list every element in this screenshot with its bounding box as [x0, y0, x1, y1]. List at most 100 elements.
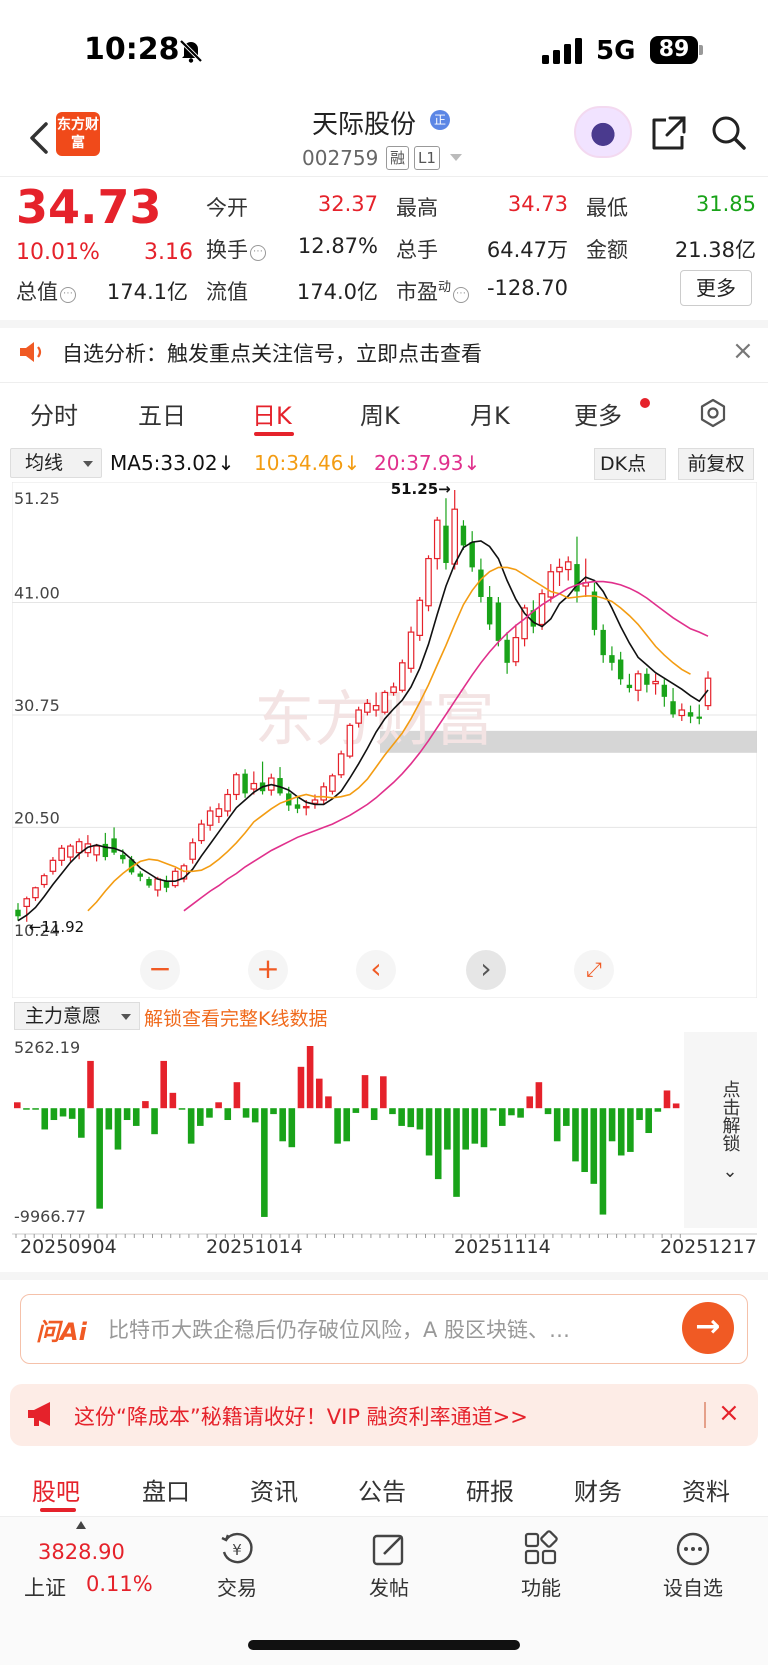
- ma-selector[interactable]: 均线: [10, 448, 102, 478]
- functions-icon[interactable]: [522, 1530, 560, 1568]
- dock-trade-label[interactable]: 交易: [192, 1572, 282, 1601]
- tab-weekly-k[interactable]: 周K: [360, 396, 400, 431]
- dock-functions-label[interactable]: 功能: [496, 1572, 586, 1601]
- candle-body: [425, 557, 432, 607]
- zoom-out-button[interactable]: −: [140, 950, 180, 990]
- dk-point-button[interactable]: DK点: [594, 448, 666, 480]
- force-bar: [78, 1108, 85, 1138]
- ai-prompt-text[interactable]: 比特币大跌企稳后仍存破位风险，A 股区块链、…: [108, 1314, 570, 1344]
- force-bar: [68, 1108, 76, 1119]
- share-icon[interactable]: [650, 114, 688, 152]
- ai-assistant-avatar[interactable]: [574, 106, 632, 158]
- zoom-in-button[interactable]: +: [248, 950, 288, 990]
- section-divider: [0, 320, 768, 328]
- add-watchlist-icon[interactable]: [674, 1530, 712, 1568]
- stock-name[interactable]: 天际股份: [312, 104, 416, 141]
- candle-body: [416, 599, 424, 636]
- force-bar: [270, 1108, 277, 1115]
- close-icon[interactable]: ×: [732, 336, 754, 366]
- divider: [704, 1402, 706, 1428]
- vip-banner-text[interactable]: 这份“降成本”秘籍请收好！VIP 融资利率通道>>: [74, 1401, 528, 1431]
- candle-body: [137, 873, 143, 877]
- pe-label[interactable]: 市盈动 ⋯: [396, 276, 470, 306]
- divider: [0, 176, 768, 177]
- arrow-right-icon[interactable]: →: [682, 1302, 734, 1354]
- force-bar: [114, 1108, 122, 1150]
- tab-guba[interactable]: 股吧: [32, 1472, 80, 1507]
- float-cap-value: 174.0亿: [296, 280, 378, 304]
- tab-monthly-k[interactable]: 月K: [470, 396, 510, 431]
- force-bar: [663, 1090, 671, 1109]
- index-change[interactable]: 0.11%: [86, 1572, 153, 1596]
- info-icon[interactable]: ⋯: [60, 287, 76, 303]
- force-bar: [279, 1108, 286, 1142]
- candle-body: [617, 659, 624, 680]
- candle-body: [652, 680, 659, 685]
- tab-financials[interactable]: 财务: [574, 1472, 622, 1507]
- click-unlock-button[interactable]: 点击解锁 ⌄: [710, 1080, 750, 1184]
- info-icon[interactable]: ⋯: [453, 287, 470, 303]
- force-bar: [169, 1092, 177, 1109]
- tab-order-book[interactable]: 盘口: [142, 1472, 190, 1507]
- tab-profile[interactable]: 资料: [682, 1472, 730, 1507]
- force-bar: [361, 1075, 369, 1109]
- trade-icon[interactable]: ¥: [218, 1530, 256, 1568]
- open-value: 32.37: [317, 192, 378, 216]
- chevron-down-icon[interactable]: [450, 154, 462, 161]
- float-cap-label: 流值: [206, 280, 248, 304]
- force-bar: [132, 1108, 140, 1126]
- force-bar: [617, 1108, 625, 1156]
- level-tag: L1: [414, 146, 440, 170]
- tab-daily-k[interactable]: 日K: [252, 396, 292, 431]
- speaker-icon: [20, 342, 42, 362]
- y-tick-label: 41.00: [14, 583, 60, 602]
- force-bar: [471, 1108, 479, 1144]
- force-bar: [370, 1108, 378, 1121]
- turnover-label-text: 换手: [206, 238, 248, 262]
- index-name[interactable]: 上证: [24, 1572, 66, 1602]
- dock-post-label[interactable]: 发帖: [344, 1572, 434, 1601]
- notice-text[interactable]: 自选分析：触发重点关注信号，立即点击查看: [62, 338, 482, 368]
- status-time: 10:28: [84, 32, 180, 67]
- candle-body: [294, 804, 301, 809]
- k-line-chart[interactable]: 51.2541.0030.7520.5010.24东方财富51.25→←11.9…: [12, 482, 757, 998]
- gear-icon[interactable]: [698, 398, 728, 428]
- tab-news[interactable]: 资讯: [250, 1472, 298, 1507]
- force-bar: [123, 1108, 131, 1121]
- more-quote-button[interactable]: 更多: [680, 270, 752, 306]
- force-bar: [480, 1108, 488, 1148]
- battery-tip: [699, 45, 703, 55]
- force-bar: [672, 1103, 680, 1109]
- candle-body: [407, 631, 415, 669]
- indicator-selector[interactable]: 主力意愿: [14, 1002, 140, 1030]
- force-bar: [215, 1102, 222, 1109]
- tab-intraday[interactable]: 分时: [30, 396, 78, 431]
- fullscreen-button[interactable]: ⤢: [574, 950, 614, 990]
- market-cap-label[interactable]: 总值 ⋯: [16, 276, 76, 306]
- force-bar: [105, 1108, 113, 1130]
- candle-body: [696, 716, 702, 719]
- dock-watchlist-label[interactable]: 设自选: [648, 1572, 738, 1601]
- info-icon[interactable]: ⋯: [250, 245, 266, 261]
- search-icon[interactable]: [710, 114, 748, 152]
- low-value: 31.85: [695, 192, 756, 216]
- index-value[interactable]: 3828.90: [38, 1540, 125, 1564]
- adjust-mode-button[interactable]: 前复权: [678, 448, 754, 480]
- scroll-left-button[interactable]: ‹: [356, 950, 396, 990]
- candle-body: [224, 793, 231, 812]
- tab-announcements[interactable]: 公告: [358, 1472, 406, 1507]
- candle-body: [329, 775, 336, 792]
- tab-research[interactable]: 研报: [466, 1472, 514, 1507]
- close-icon[interactable]: ×: [718, 1398, 740, 1428]
- tab-more[interactable]: 更多: [574, 396, 622, 431]
- turnover-label[interactable]: 换手 ⋯: [206, 234, 266, 264]
- stock-code: 002759: [302, 146, 379, 170]
- force-bar: [553, 1108, 561, 1142]
- post-icon[interactable]: [370, 1530, 408, 1568]
- scroll-right-button[interactable]: ›: [466, 950, 506, 990]
- candle-body: [93, 845, 100, 856]
- tab-five-day[interactable]: 五日: [138, 396, 186, 431]
- force-bar: [32, 1108, 39, 1110]
- back-icon[interactable]: [24, 118, 54, 158]
- unlock-kline-link[interactable]: 解锁查看完整K线数据: [144, 1004, 327, 1031]
